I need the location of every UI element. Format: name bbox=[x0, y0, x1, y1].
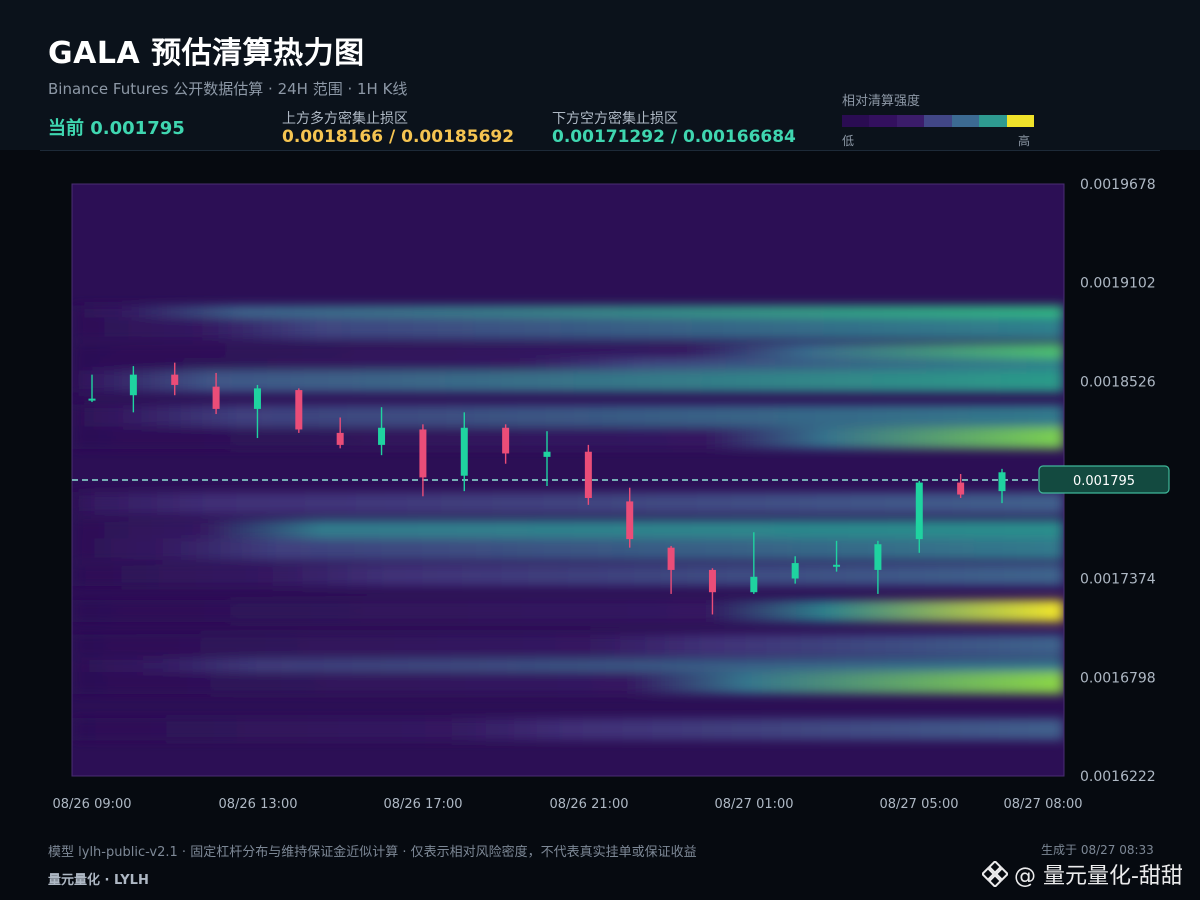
candle-body bbox=[791, 563, 799, 579]
legend-low-label: 低 bbox=[842, 134, 855, 148]
heat-band bbox=[72, 538, 1064, 561]
header-panel: GALA 预估清算热力图 Binance Futures 公开数据估算 · 24… bbox=[0, 0, 1200, 150]
upper-zone-value: 0.0018166 / 0.00185692 bbox=[282, 127, 515, 147]
heat-band bbox=[72, 404, 1064, 427]
candle-body bbox=[915, 482, 923, 540]
heatmap-layer bbox=[72, 305, 1064, 741]
current-price: 当前 0.001795 bbox=[48, 118, 185, 139]
candle-body bbox=[998, 472, 1006, 492]
x-tick-label: 08/26 17:00 bbox=[383, 797, 462, 812]
heat-band bbox=[72, 634, 1064, 657]
candle-body bbox=[129, 374, 137, 396]
candle-body bbox=[88, 398, 96, 401]
liquidation-heatmap-chart: 0.0019678 0.0019102 0.0018526 0.0017374 0.00… bbox=[52, 177, 1170, 812]
footer-note: 模型 lylh-public-v2.1 · 固定杠杆分布与维持保证金近似计算 ·… bbox=[48, 845, 697, 860]
candle-body bbox=[584, 451, 592, 498]
upper-zone-label: 上方多方密集止损区 bbox=[282, 111, 408, 127]
page-title: GALA 预估清算热力图 bbox=[48, 36, 365, 71]
heat-band bbox=[72, 600, 1064, 623]
heat-band bbox=[72, 317, 1064, 340]
candle-body bbox=[336, 432, 344, 445]
y-tick-label: 0.0017374 bbox=[1080, 572, 1156, 588]
lower-zone-value: 0.00171292 / 0.00166684 bbox=[552, 127, 796, 147]
candle bbox=[584, 444, 592, 505]
x-tick-label: 08/27 08:00 bbox=[1003, 797, 1082, 812]
legend-swatch bbox=[869, 115, 897, 127]
candle-body bbox=[502, 427, 510, 454]
watermark-text: @ 量元量化-甜甜 bbox=[1014, 864, 1183, 889]
candle-body bbox=[833, 564, 841, 567]
candle-body bbox=[171, 374, 179, 385]
legend-swatch bbox=[924, 115, 952, 127]
candle-body bbox=[295, 390, 303, 430]
heat-band bbox=[72, 718, 1064, 741]
generated-timestamp: 生成于 08/27 08:33 bbox=[1041, 843, 1154, 857]
x-tick-label: 08/26 21:00 bbox=[549, 797, 628, 812]
candle-body bbox=[667, 547, 675, 570]
x-tick-label: 08/27 01:00 bbox=[714, 797, 793, 812]
page-subtitle: Binance Futures 公开数据估算 · 24H 范围 · 1H K线 bbox=[48, 80, 408, 98]
x-tick-label: 08/27 05:00 bbox=[879, 797, 958, 812]
legend-colorbar bbox=[842, 115, 1034, 127]
candle-body bbox=[543, 451, 551, 457]
footer-brand: 量元量化 · LYLH bbox=[48, 873, 149, 888]
diamond-logo-icon bbox=[982, 861, 1008, 887]
y-tick-label: 0.0016222 bbox=[1080, 769, 1156, 785]
candle-body bbox=[874, 544, 882, 570]
legend-high-label: 高 bbox=[1018, 134, 1031, 148]
heat-band bbox=[72, 370, 1064, 393]
candle-body bbox=[212, 386, 220, 409]
legend-title: 相对清算强度 bbox=[842, 94, 921, 109]
x-tick-label: 08/26 13:00 bbox=[218, 797, 297, 812]
candle-body bbox=[957, 482, 965, 495]
heat-band bbox=[72, 564, 1064, 587]
lower-zone-label: 下方空方密集止损区 bbox=[552, 111, 678, 127]
candle-body bbox=[626, 501, 634, 540]
legend-swatch bbox=[1006, 115, 1034, 127]
watermark: @ 量元量化-甜甜 bbox=[982, 858, 1183, 890]
candle-body bbox=[419, 429, 427, 478]
current-price-tag: 0.001795 bbox=[1038, 465, 1170, 494]
candle-body bbox=[750, 576, 758, 593]
heat-band bbox=[72, 492, 1064, 515]
legend-swatch bbox=[951, 115, 980, 127]
header-divider bbox=[40, 150, 1160, 151]
candle bbox=[295, 388, 303, 433]
y-tick-label: 0.0019678 bbox=[1080, 177, 1156, 193]
y-tick-label: 0.0018526 bbox=[1080, 374, 1156, 390]
legend-swatch bbox=[979, 115, 1007, 127]
legend-swatch bbox=[896, 115, 925, 127]
candle-body bbox=[378, 427, 386, 445]
y-tick-label: 0.0016798 bbox=[1080, 670, 1156, 686]
heat-band bbox=[72, 519, 1064, 542]
heat-band bbox=[72, 427, 1064, 450]
candle-body bbox=[253, 388, 261, 409]
current-price-tag-label: 0.001795 bbox=[1073, 474, 1135, 489]
x-axis: 08/26 09:00 08/26 13:00 08/26 17:00 08/26 2… bbox=[52, 797, 1082, 812]
legend-swatch bbox=[842, 115, 870, 127]
candle-body bbox=[708, 569, 716, 593]
x-tick-label: 08/26 09:00 bbox=[52, 797, 131, 812]
y-tick-label: 0.0019102 bbox=[1080, 276, 1156, 292]
candle-body bbox=[460, 427, 468, 476]
heat-band bbox=[72, 671, 1064, 694]
